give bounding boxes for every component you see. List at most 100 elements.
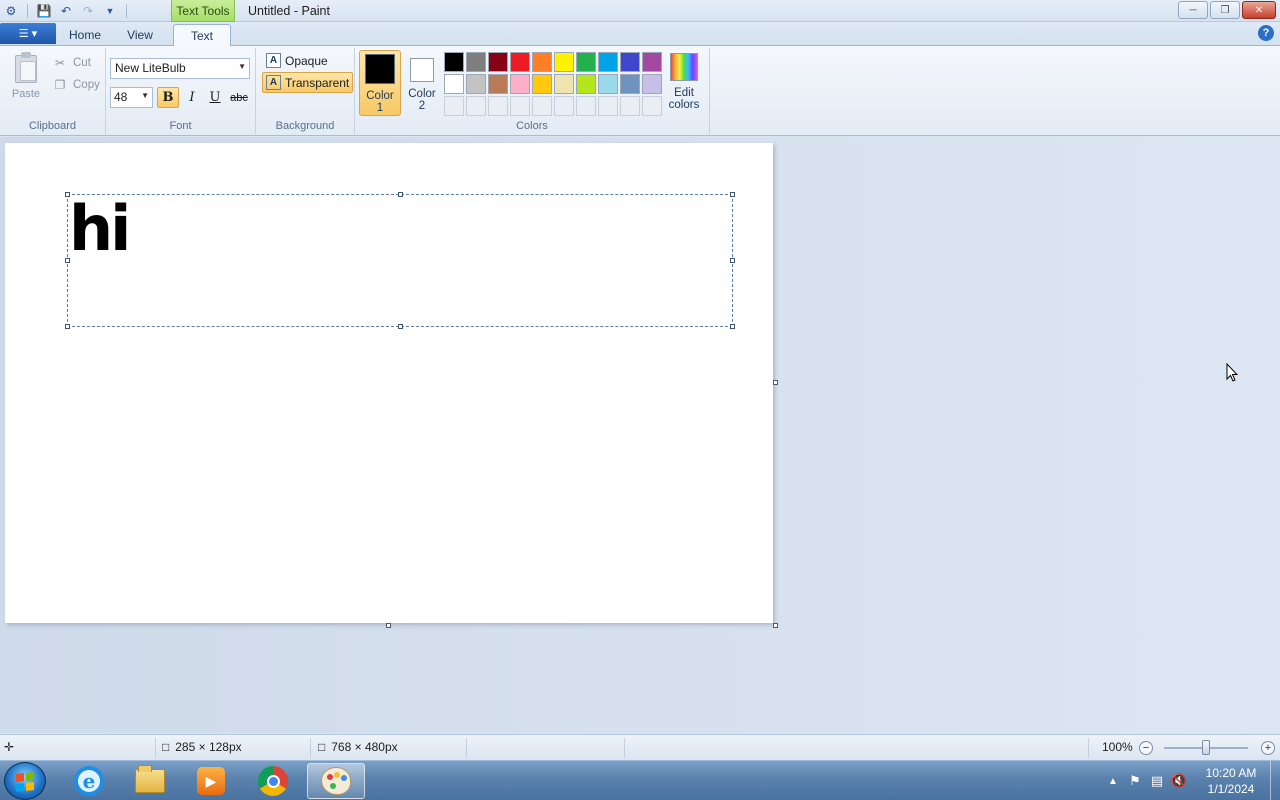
undo-icon[interactable]: ↶ — [57, 2, 75, 20]
palette-color-swatch[interactable] — [576, 74, 596, 94]
palette-color-swatch[interactable] — [620, 74, 640, 94]
italic-button[interactable]: I — [181, 87, 203, 108]
palette-custom-color-slot[interactable] — [466, 96, 486, 116]
text-box[interactable]: hi — [65, 192, 735, 329]
paint-menu-button[interactable]: ☰ ▾ — [0, 23, 56, 44]
save-icon[interactable]: 💾 — [35, 2, 53, 20]
font-size-select[interactable]: 48 ▼ — [110, 87, 153, 108]
cut-button[interactable]: ✂ Cut — [52, 53, 91, 73]
background-group-label: Background — [275, 120, 335, 132]
help-icon[interactable]: ? — [1258, 25, 1274, 41]
color1-button[interactable]: Color 1 — [359, 50, 401, 116]
color1-label-line2: 1 — [376, 102, 384, 114]
minimize-button[interactable]: ─ — [1178, 1, 1208, 19]
resize-handle[interactable] — [65, 324, 70, 329]
palette-custom-color-slot[interactable] — [642, 96, 662, 116]
resize-handle[interactable] — [65, 192, 70, 197]
bold-button[interactable]: B — [157, 87, 179, 108]
strikethrough-button[interactable]: abc — [228, 87, 250, 108]
font-family-select[interactable]: New LiteBulb ▼ — [110, 58, 250, 79]
color2-button[interactable]: Color 2 — [401, 50, 443, 116]
underline-button[interactable]: U — [204, 87, 226, 108]
palette-color-swatch[interactable] — [532, 52, 552, 72]
tab-home[interactable]: Home — [62, 24, 108, 46]
canvas-resize-handle-corner[interactable] — [773, 623, 778, 628]
close-button[interactable]: ✕ — [1242, 1, 1276, 19]
canvas-resize-handle-bottom[interactable] — [386, 623, 391, 628]
resize-handle[interactable] — [730, 192, 735, 197]
restore-button[interactable]: ❐ — [1210, 1, 1240, 19]
opaque-button[interactable]: A Opaque — [262, 50, 332, 71]
action-center-flag-icon[interactable]: ⚑ — [1124, 773, 1146, 789]
palette-color-swatch[interactable] — [532, 74, 552, 94]
clock[interactable]: 10:20 AM 1/1/2024 — [1196, 765, 1266, 797]
show-hidden-icons-icon[interactable]: ▲ — [1102, 776, 1124, 787]
palette-custom-color-slot[interactable] — [532, 96, 552, 116]
selection-size: □ 285 × 128px — [162, 740, 242, 754]
palette-color-swatch[interactable] — [620, 52, 640, 72]
palette-color-swatch[interactable] — [444, 52, 464, 72]
edit-colors-line1: Edit — [674, 87, 694, 99]
canvas-workspace[interactable]: hi — [0, 137, 1280, 733]
canvas-resize-handle-right[interactable] — [773, 380, 778, 385]
canvas-text[interactable]: hi — [69, 197, 131, 261]
taskbar-file-explorer[interactable] — [121, 763, 179, 799]
drawing-canvas[interactable]: hi — [5, 143, 773, 623]
palette-color-swatch[interactable] — [510, 74, 530, 94]
copy-icon: ❐ — [54, 78, 66, 92]
show-desktop-button[interactable] — [1270, 761, 1280, 800]
palette-color-swatch[interactable] — [466, 52, 486, 72]
palette-custom-color-slot[interactable] — [576, 96, 596, 116]
palette-color-swatch[interactable] — [554, 52, 574, 72]
clock-date: 1/1/2024 — [1207, 782, 1255, 796]
resize-handle[interactable] — [65, 258, 70, 263]
palette-custom-color-slot[interactable] — [444, 96, 464, 116]
zoom-out-button[interactable]: − — [1139, 741, 1153, 755]
transparent-button[interactable]: A Transparent — [262, 72, 354, 93]
zoom-in-button[interactable]: + — [1261, 741, 1275, 755]
cursor-position: ✛ — [4, 740, 14, 754]
palette-color-swatch[interactable] — [642, 74, 662, 94]
resize-handle[interactable] — [398, 324, 403, 329]
selection-icon: □ — [162, 740, 170, 754]
resize-handle[interactable] — [398, 192, 403, 197]
volume-muted-icon[interactable]: 🔇 — [1168, 773, 1190, 789]
paste-button[interactable]: Paste — [6, 52, 46, 106]
palette-color-swatch[interactable] — [466, 74, 486, 94]
tab-view[interactable]: View — [118, 24, 162, 46]
resize-handle[interactable] — [730, 258, 735, 263]
palette-color-swatch[interactable] — [488, 74, 508, 94]
palette-color-swatch[interactable] — [510, 52, 530, 72]
palette-color-swatch[interactable] — [488, 52, 508, 72]
palette-color-swatch[interactable] — [598, 74, 618, 94]
start-button[interactable] — [4, 762, 46, 800]
network-icon[interactable]: ▤ — [1146, 773, 1168, 789]
resize-handle[interactable] — [730, 324, 735, 329]
tab-text[interactable]: Text — [173, 24, 231, 47]
palette-custom-color-slot[interactable] — [598, 96, 618, 116]
palette-custom-color-slot[interactable] — [620, 96, 640, 116]
paint-app-icon[interactable]: ⚙ — [2, 2, 20, 20]
taskbar-chrome[interactable] — [244, 763, 302, 799]
taskbar-media-player[interactable]: ▶ — [182, 763, 240, 799]
move-cursor-icon: ✛ — [4, 740, 15, 754]
selection-size-value: 285 × 128px — [175, 740, 242, 754]
copy-label: Copy — [73, 79, 100, 91]
colors-group-label: Colors — [516, 120, 548, 132]
customize-qat-icon[interactable]: ▼ — [101, 2, 119, 20]
taskbar-paint[interactable] — [307, 763, 365, 799]
palette-color-swatch[interactable] — [444, 74, 464, 94]
paste-label: Paste — [11, 88, 41, 100]
palette-custom-color-slot[interactable] — [510, 96, 530, 116]
palette-color-swatch[interactable] — [598, 52, 618, 72]
edit-colors-button[interactable]: Edit colors — [666, 50, 702, 116]
palette-color-swatch[interactable] — [576, 52, 596, 72]
palette-color-swatch[interactable] — [642, 52, 662, 72]
palette-custom-color-slot[interactable] — [554, 96, 574, 116]
palette-custom-color-slot[interactable] — [488, 96, 508, 116]
palette-color-swatch[interactable] — [554, 74, 574, 94]
taskbar-internet-explorer[interactable]: e — [60, 763, 118, 799]
copy-button[interactable]: ❐ Copy — [52, 75, 100, 95]
zoom-slider-thumb[interactable] — [1202, 740, 1210, 755]
redo-icon[interactable]: ↷ — [79, 2, 97, 20]
